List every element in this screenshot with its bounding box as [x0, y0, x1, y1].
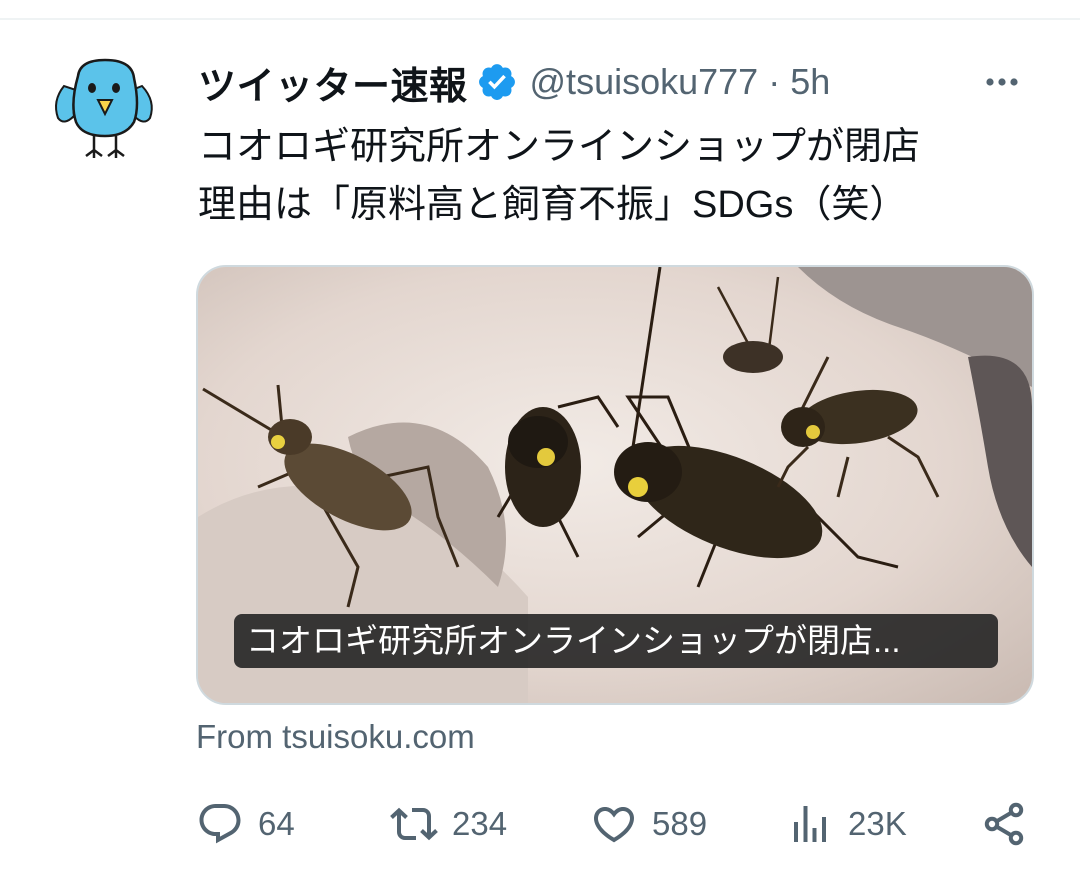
- retweet-button[interactable]: 234: [390, 796, 507, 852]
- avatar[interactable]: [50, 56, 160, 166]
- action-bar: 64 234 589 23K: [196, 796, 1036, 852]
- like-count: 589: [652, 805, 708, 842]
- share-icon: [984, 802, 1024, 846]
- separator-dot: ·: [768, 61, 781, 102]
- media-card[interactable]: コオロギ研究所オンラインショップが閉店...: [196, 265, 1034, 705]
- verified-badge-icon[interactable]: [476, 61, 518, 103]
- display-name[interactable]: ツイッター速報: [198, 55, 468, 110]
- media-caption: コオロギ研究所オンラインショップが閉店...: [234, 614, 998, 668]
- retweet-icon: [390, 807, 438, 841]
- reply-icon: [199, 804, 241, 844]
- views-chart-icon: [794, 806, 826, 842]
- tweet-header: ツイッター速報 @tsuisoku777 · 5h: [198, 56, 1038, 108]
- views-button[interactable]: 23K: [786, 796, 907, 852]
- timestamp[interactable]: 5h: [790, 61, 830, 103]
- tweet-text-line-1: コオロギ研究所オンラインショップが閉店: [198, 126, 921, 168]
- like-button[interactable]: 589: [590, 796, 707, 852]
- views-count: 23K: [848, 805, 907, 842]
- retweet-count: 234: [452, 805, 508, 842]
- reply-count: 64: [258, 805, 295, 842]
- bird-avatar-icon: [55, 58, 153, 158]
- heart-icon: [593, 807, 635, 843]
- tweet-text-line-2: 理由は「原料高と飼育不振」SDGs（笑）: [198, 184, 908, 226]
- tweet-text: コオロギ研究所オンラインショップが閉店 理由は「原料高と飼育不振」SDGs（笑）: [198, 118, 1038, 234]
- tweet-card[interactable]: ツイッター速報 @tsuisoku777 · 5h コオロギ研究所オンラインショ…: [0, 0, 1080, 879]
- reply-button[interactable]: 64: [196, 796, 295, 852]
- handle[interactable]: @tsuisoku777: [530, 61, 759, 103]
- more-options-icon[interactable]: [980, 60, 1024, 104]
- share-button[interactable]: [980, 796, 1028, 852]
- link-source[interactable]: From tsuisoku.com: [196, 718, 475, 756]
